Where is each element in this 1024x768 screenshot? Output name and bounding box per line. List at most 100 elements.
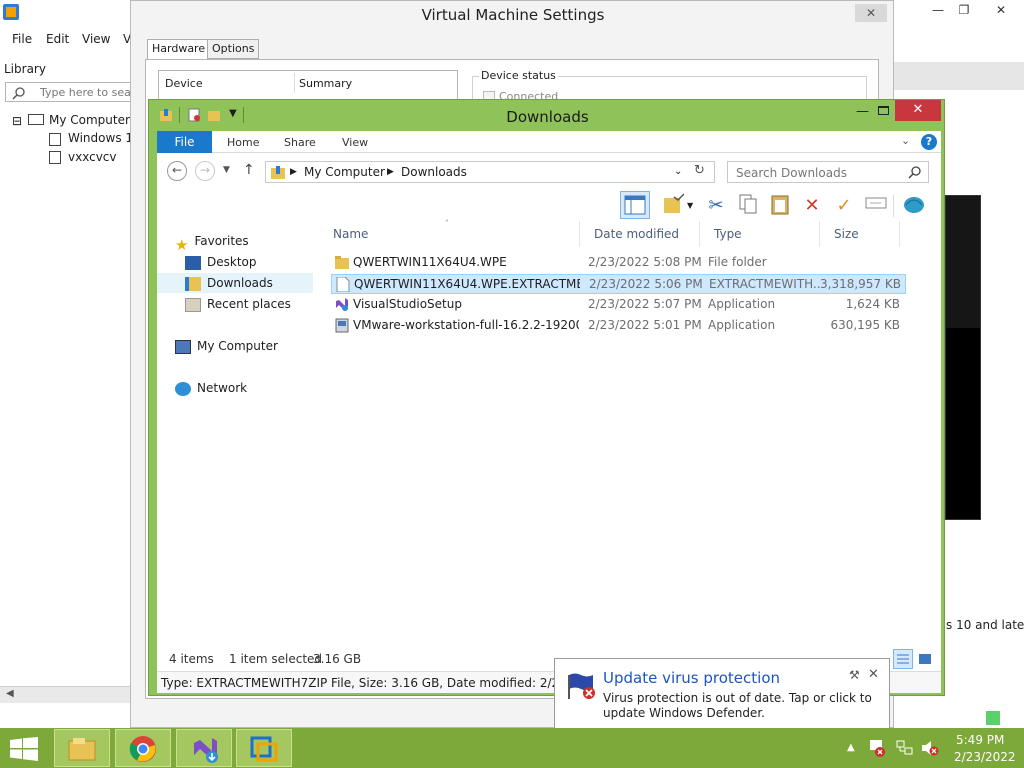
taskbar-vmware[interactable] [236,729,292,767]
help-icon[interactable]: ? [921,134,937,150]
file-row[interactable]: QWERTWIN11X64U4.WPE.EXTRACTMEW... 2/23/20… [331,274,906,294]
nav-favorites[interactable]: ★ Favorites [175,231,249,254]
clock-date[interactable]: 2/23/2022 [954,750,1016,764]
tab-file[interactable]: File [157,131,212,153]
dialog-close-button[interactable]: ✕ [855,4,887,22]
tab-hardware[interactable]: Hardware [147,39,211,60]
windows-defender-icon [568,673,595,699]
scroll-left-icon[interactable]: ◀ [6,688,14,699]
show-hidden-icons[interactable]: ▲ [847,742,855,753]
check-icon[interactable]: ✓ [831,193,857,219]
breadcrumb-my-computer[interactable]: My Computer [304,165,385,179]
downloads-folder-icon [185,276,201,291]
open-with-icon[interactable] [660,193,686,219]
breadcrumb-separator-icon[interactable]: ▶ [290,167,297,177]
up-button[interactable]: ↑ [243,162,255,178]
nav-my-computer[interactable]: My Computer [175,336,278,356]
tab-options[interactable]: Options [207,39,260,59]
item-count: 4 items [169,652,214,666]
column-name[interactable]: Name [333,227,368,241]
guest-os-label: s 10 and later [946,618,1024,632]
vmware-icon [250,736,278,762]
ribbon-tabs: File Home Share View ⌄ ? [157,131,941,153]
nav-recent-places[interactable]: Recent places [185,294,291,314]
tree-collapse-icon[interactable]: ⊟ [12,114,22,128]
delete-icon[interactable]: ✕ [799,193,825,219]
address-bar[interactable]: ▶ My Computer ▶ Downloads ⌄ ↻ [265,161,715,183]
tab-share[interactable]: Share [284,136,316,149]
computer-icon [28,114,44,125]
column-size[interactable]: Size [834,227,859,241]
volume-muted-icon[interactable] [921,740,939,756]
refresh-icon[interactable]: ↻ [694,163,705,178]
address-dropdown-icon[interactable]: ⌄ [674,166,682,177]
file-row[interactable]: QWERTWIN11X64U4.WPE 2/23/2022 5:08 PM File… [331,253,906,273]
network-icon[interactable] [896,740,914,756]
file-row[interactable]: VMware-workstation-full-16.2.2-19200509 2… [331,316,906,336]
taskbar-chrome[interactable] [115,729,171,767]
library-scrollbar[interactable]: ◀ [0,686,133,703]
file-name: QWERTWIN11X64U4.WPE.EXTRACTMEW... [354,277,580,291]
menu-file[interactable]: File [12,32,32,46]
taskbar-file-explorer[interactable] [54,729,110,767]
breadcrumb-separator-icon[interactable]: ▶ [387,167,394,177]
menu-view[interactable]: View [82,32,110,46]
summary-column-header[interactable]: Summary [299,77,352,90]
rename-icon[interactable] [863,193,889,219]
large-icons-view-button[interactable] [915,649,935,669]
nav-my-computer-label: My Computer [197,339,278,353]
cut-icon[interactable]: ✂ [703,193,729,219]
device-column-header[interactable]: Device [165,77,203,90]
menu-edit[interactable]: Edit [46,32,69,46]
nav-desktop[interactable]: Desktop [185,252,257,272]
close-button[interactable]: ✕ [990,0,1012,22]
settings-icon[interactable]: ⚒ [849,668,860,682]
back-button[interactable]: ← [167,161,187,181]
recent-locations-icon[interactable]: ▼ [223,165,230,175]
breadcrumb-downloads[interactable]: Downloads [401,165,467,179]
note-icon[interactable] [986,711,1000,725]
tab-view[interactable]: View [342,136,368,149]
shell-icon[interactable] [901,193,927,219]
clock-time[interactable]: 5:49 PM [956,733,1004,747]
library-search-input[interactable]: Type here to sear [5,82,135,102]
close-button[interactable]: ✕ [895,100,941,121]
forward-button[interactable]: → [195,161,215,181]
column-date-modified[interactable]: Date modified [594,227,679,241]
search-icon [12,87,25,100]
maximize-button[interactable] [878,106,889,115]
minimize-button[interactable]: — [928,0,948,22]
action-center-icon[interactable] [868,738,886,758]
nav-favorites-label: Favorites [194,234,249,248]
vmware-logo-icon [3,4,19,20]
paste-icon[interactable] [767,193,793,219]
nav-downloads-label: Downloads [207,276,273,290]
column-type[interactable]: Type [714,227,742,241]
search-input[interactable]: Search Downloads [727,161,929,183]
window-title: Downloads [506,108,589,126]
start-button[interactable] [10,737,38,761]
taskbar: ▲ 5:49 PM 2/23/2022 [0,728,1024,768]
notification-toast[interactable]: Update virus protection Virus protection… [554,658,890,739]
nav-downloads[interactable]: Downloads [157,273,313,293]
computer-icon [175,339,191,354]
file-row[interactable]: VisualStudioSetup 2/23/2022 5:07 PM Applic… [331,295,906,315]
expand-ribbon-icon[interactable]: ⌄ [901,134,910,147]
copy-icon[interactable] [735,193,761,219]
vm-console[interactable] [945,195,981,520]
dialog-title: Virtual Machine Settings [421,6,605,24]
details-view-button[interactable] [893,649,913,669]
search-icon[interactable] [908,166,921,179]
vmware-tab-strip [893,62,1024,90]
file-list: ˄ Name Date modified Type Size QWERTWIN1… [325,219,941,649]
taskbar-visual-studio-installer[interactable] [176,729,232,767]
notification-close-button[interactable]: ✕ [868,667,879,682]
tree-item-my-computer[interactable]: My Computer [49,113,130,127]
preview-pane-button[interactable] [620,191,650,219]
tab-home[interactable]: Home [227,136,259,149]
tree-item-vm[interactable]: vxxcvcv [68,150,117,164]
nav-network[interactable]: Network [175,378,247,398]
restore-button[interactable]: ❐ [954,0,974,22]
minimize-button[interactable]: — [856,104,869,119]
dropdown-icon[interactable]: ▼ [687,201,693,210]
